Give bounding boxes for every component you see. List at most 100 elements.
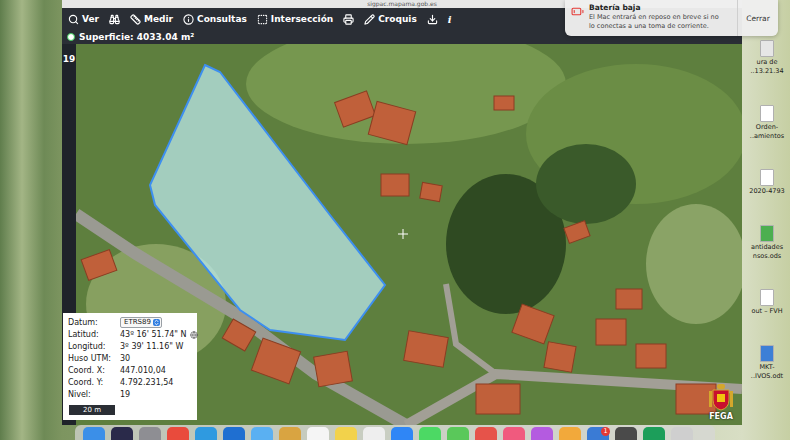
ruler-icon: [130, 14, 141, 25]
dock-app-icon[interactable]: [559, 427, 581, 440]
globe-icon[interactable]: [190, 331, 198, 339]
dock-app-icon[interactable]: [671, 427, 693, 440]
toolbar-button[interactable]: [109, 14, 120, 25]
dock-badge: 1: [601, 427, 610, 436]
desktop-file[interactable]: Orden-..amientos: [744, 105, 790, 140]
file-label: nsos.ods: [753, 252, 781, 260]
coordinate-label: Latitud:: [68, 329, 120, 340]
coordinate-label: Nivel:: [68, 389, 120, 400]
toolbar-button[interactable]: Intersección: [257, 14, 333, 25]
dock-app-icon[interactable]: [167, 427, 189, 440]
area-label: Superficie: 4033.04 m²: [79, 32, 194, 42]
coordinate-row: Nivel:19: [68, 389, 192, 400]
datum-select[interactable]: ETRS89: [120, 317, 162, 328]
status-dot-icon: [67, 33, 75, 41]
toolbar-button[interactable]: [343, 14, 354, 25]
dock: 1: [75, 425, 715, 440]
coordinate-label: Coord. X:: [68, 365, 120, 376]
download-icon: [427, 14, 438, 25]
dock-app-icon[interactable]: [363, 427, 385, 440]
printer-icon: [343, 14, 354, 25]
dock-app-icon[interactable]: [419, 427, 441, 440]
dock-app-icon[interactable]: 1: [587, 427, 609, 440]
intersection-icon: [257, 14, 268, 25]
close-button[interactable]: Cerrar: [737, 0, 778, 36]
dock-app-icon[interactable]: [391, 427, 413, 440]
document-icon: [760, 40, 774, 57]
info-glyph: i: [448, 14, 452, 25]
dock-app-icon[interactable]: [475, 427, 497, 440]
desktop-file[interactable]: 2020-4793: [744, 169, 790, 195]
coordinate-value: 447.010,04: [120, 365, 166, 376]
file-label: ..13.21.34: [750, 67, 783, 75]
dock-app-icon[interactable]: [111, 427, 133, 440]
desktop-file[interactable]: MKT-..IVOS.odt: [744, 345, 790, 380]
coordinate-value: 30: [120, 353, 130, 364]
dock-app-icon[interactable]: [447, 427, 469, 440]
dock-app-icon[interactable]: [307, 427, 329, 440]
dock-app-icon[interactable]: [615, 427, 637, 440]
toolbar-button[interactable]: [427, 14, 438, 25]
dock-app-icon[interactable]: [195, 427, 217, 440]
desktop-file[interactable]: out – FVH: [744, 289, 790, 315]
document-icon: [760, 345, 774, 362]
coordinate-row: Datum:ETRS89: [68, 317, 192, 328]
dock-app-icon[interactable]: [139, 427, 161, 440]
coordinate-row: Coord. Y:4.792.231,54: [68, 377, 192, 388]
fega-logo: FEGA: [708, 383, 734, 421]
coordinate-label: Coord. Y:: [68, 377, 120, 388]
dock-app-icon[interactable]: [643, 427, 665, 440]
battery-icon: [571, 5, 584, 18]
file-label: MKT-: [759, 363, 774, 371]
map-area: 19FEGADatum:ETRS89Latitud:43º 16' 51.74"…: [62, 44, 742, 425]
scale-bar: 20 m: [68, 404, 116, 416]
dock-app-icon[interactable]: [335, 427, 357, 440]
coordinate-row: Huso UTM:30: [68, 353, 192, 364]
coordinate-label: Datum:: [68, 317, 120, 328]
toolbar-button[interactable]: i: [448, 14, 452, 25]
notification-text: El Mac entrará en reposo en breve si no: [589, 13, 735, 22]
toolbar-button[interactable]: Ver: [68, 14, 99, 25]
desktop-file[interactable]: ura de..13.21.34: [744, 40, 790, 75]
file-label: out – FVH: [751, 307, 782, 315]
logo-text: FEGA: [709, 412, 733, 421]
document-icon: [760, 105, 774, 122]
document-icon: [760, 169, 774, 186]
battery-notification: Batería bajaEl Mac entrará en reposo en …: [565, 0, 778, 36]
desktop-file[interactable]: antidadesnsos.ods: [744, 225, 790, 260]
info-icon: [183, 14, 194, 25]
toolbar-button[interactable]: Medir: [130, 14, 173, 25]
toolbar-button[interactable]: Croquis: [364, 14, 417, 25]
coordinate-row: Coord. X:447.010,04: [68, 365, 192, 376]
document-icon: [760, 225, 774, 242]
toolbar-label: Ver: [82, 14, 99, 24]
notification-text: lo conectas a una toma de corriente.: [589, 22, 735, 31]
chevrons-icon: [153, 319, 160, 326]
coat-of-arms-icon: [708, 383, 734, 411]
dock-app-icon[interactable]: [223, 427, 245, 440]
coordinate-row: Longitud:3º 39' 11.16" W: [68, 341, 192, 352]
toolbar-label: Consultas: [197, 14, 247, 24]
coordinate-row: Latitud:43º 16' 51.74" N: [68, 329, 192, 340]
coordinate-label: Longitud:: [68, 341, 120, 352]
dock-app-icon[interactable]: [531, 427, 553, 440]
dock-app-icon[interactable]: [503, 427, 525, 440]
coordinate-label: Huso UTM:: [68, 353, 120, 364]
binoculars-icon: [109, 14, 120, 25]
dock-app-icon[interactable]: [279, 427, 301, 440]
dock-app-icon[interactable]: [83, 427, 105, 440]
search-icon: [68, 14, 79, 25]
file-label: Orden-: [756, 123, 778, 131]
toolbar-label: Croquis: [378, 14, 417, 24]
pencil-icon: [364, 14, 375, 25]
coordinate-value: 43º 16' 51.74" N: [120, 329, 187, 340]
file-label: 2020-4793: [749, 187, 784, 195]
file-label: ..amientos: [750, 132, 784, 140]
dock-app-icon[interactable]: [251, 427, 273, 440]
toolbar-button[interactable]: Consultas: [183, 14, 247, 25]
file-label: ..IVOS.odt: [751, 372, 783, 380]
document-icon: [760, 289, 774, 306]
file-label: antidades: [751, 243, 783, 251]
toolbar-label: Medir: [144, 14, 173, 24]
desktop: sigpac.mapama.gob.esVerMedirConsultasInt…: [0, 0, 790, 440]
